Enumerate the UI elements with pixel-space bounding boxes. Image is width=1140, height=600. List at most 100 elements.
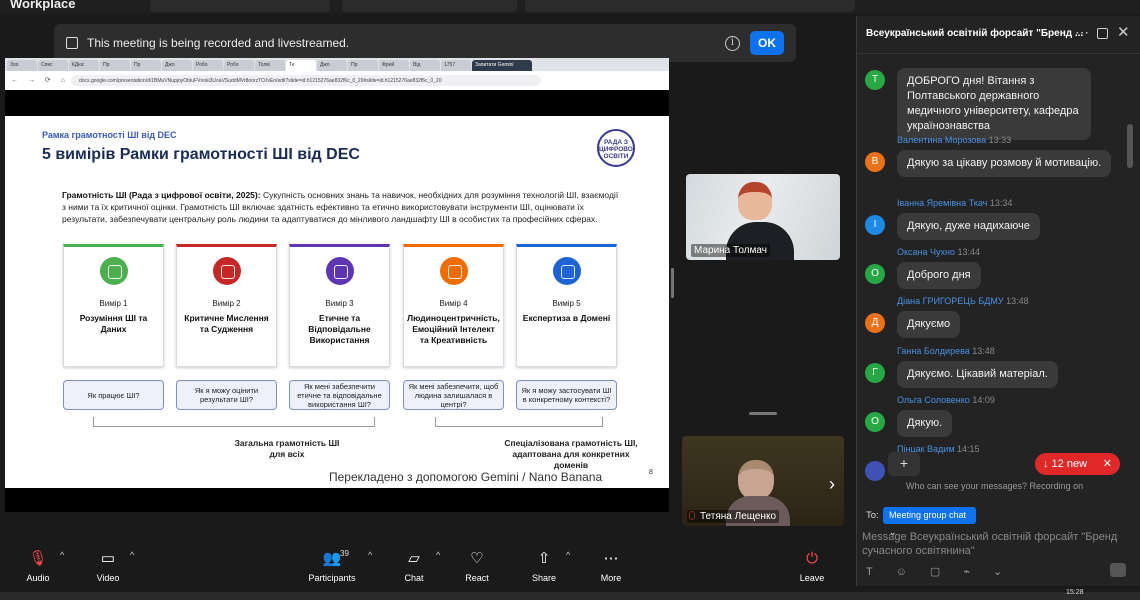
close-icon[interactable]: ✕ bbox=[1103, 453, 1112, 475]
browser-tab[interactable]: 1757 bbox=[441, 60, 471, 71]
browser-chrome: Зоо Спис КДюс Пр Пр Джо Робо Робо Толм Те Джо Пр Фре… bbox=[5, 58, 669, 90]
chat-header: Всеукраїнський освітній форсайт "Бренд .… bbox=[857, 16, 1140, 54]
dimension-number: Вимір 5 bbox=[552, 299, 581, 308]
message-bubble: Дякую. bbox=[897, 410, 953, 437]
message-bubble: Дякуємо bbox=[897, 311, 961, 338]
chevron-up-icon[interactable]: ^ bbox=[130, 550, 134, 560]
shared-screen: Зоо Спис КДюс Пр Пр Джо Робо Робо Толм Те Джо Пр Фре… bbox=[5, 58, 669, 512]
dimension-card: Вимір 1 Розуміння ШІ та Даних bbox=[63, 244, 164, 367]
video-tile-tetiana[interactable]: Тетяна Лещенко bbox=[682, 436, 844, 526]
heart-icon: ♡ bbox=[470, 550, 484, 567]
dimension-number: Вимір 2 bbox=[212, 299, 241, 308]
message-input[interactable]: Message Всеукраїнський освітній форсайт … bbox=[862, 530, 1132, 558]
browser-tab[interactable]: Те bbox=[286, 60, 316, 71]
slide-definition: Грамотність ШІ (Рада з цифрової освіти, … bbox=[62, 190, 619, 224]
participants-count: 39 bbox=[340, 549, 349, 558]
ok-button[interactable]: OK bbox=[750, 31, 784, 55]
taskbar-window[interactable] bbox=[342, 0, 517, 12]
share-button[interactable]: ⇧ Share ^ bbox=[514, 548, 574, 583]
avatar: В bbox=[865, 152, 885, 172]
participant-face bbox=[738, 182, 772, 220]
chat-scrollbar[interactable] bbox=[1127, 124, 1133, 168]
recipient-select[interactable]: Meeting group chat ⌄ bbox=[883, 507, 976, 537]
address-bar[interactable]: docs.google.com/presentation/d/1BMuVNupj… bbox=[71, 75, 541, 86]
chat-panel: Всеукраїнський освітній форсайт "Бренд .… bbox=[856, 16, 1140, 586]
dimension-icon bbox=[212, 257, 241, 285]
council-logo: РАДА З ЦИФРОВОЇ ОСВІТИ bbox=[597, 129, 635, 167]
close-icon[interactable]: ✕ bbox=[1117, 23, 1130, 41]
translation-note: Перекладено з допомогою Gemini / Nano Ba… bbox=[329, 470, 603, 484]
recording-icon bbox=[66, 37, 78, 49]
participants-icon: 👥 bbox=[322, 550, 342, 567]
chat-title: Всеукраїнський освітній форсайт "Бренд .… bbox=[866, 28, 1084, 39]
browser-tab[interactable]: Зоо bbox=[7, 60, 37, 71]
chevron-up-icon[interactable]: ^ bbox=[436, 550, 440, 560]
new-messages-badge[interactable]: ↓ 12 new ✕ bbox=[1035, 453, 1120, 475]
avatar: О bbox=[865, 412, 885, 432]
participant-face bbox=[738, 460, 774, 500]
meeting-toolbar: 🎙 Audio ^ ▭ Video ^ 👥 39 Participants ^ … bbox=[0, 548, 852, 592]
browser-tab[interactable]: Пр bbox=[348, 60, 378, 71]
dimension-name: Розуміння ШІ та Даних bbox=[79, 313, 148, 334]
send-icon[interactable] bbox=[1110, 563, 1126, 577]
info-icon[interactable]: i bbox=[725, 35, 740, 51]
participant-name: Тетяна Лещенко bbox=[687, 510, 780, 523]
pop-out-icon[interactable] bbox=[1097, 28, 1108, 39]
more-options-icon[interactable]: ⋯ bbox=[1075, 24, 1089, 41]
browser-tab[interactable]: Робо bbox=[224, 60, 254, 71]
chevron-up-icon[interactable]: ^ bbox=[566, 550, 570, 560]
participant-name: Марина Толмач bbox=[691, 244, 770, 257]
participants-button[interactable]: 👥 39 Participants ^ bbox=[302, 548, 372, 583]
leave-button[interactable]: ⏻ Leave bbox=[782, 548, 842, 583]
dimension-name: Критичне Мислення та Судження bbox=[184, 313, 269, 334]
message-bubble: ДОБРОГО дня! Вітання з Полтавського держ… bbox=[897, 68, 1091, 140]
more-button[interactable]: ⋯ More bbox=[581, 548, 641, 583]
bracket-specialized bbox=[435, 417, 603, 427]
slide-title: 5 вимірів Рамки грамотності ШІ від DEC bbox=[42, 146, 360, 163]
avatar: Г bbox=[865, 363, 885, 383]
message-bubble: Доброго дня bbox=[897, 262, 981, 289]
chat-icon: ▱ bbox=[408, 550, 420, 567]
dimension-number: Вимір 3 bbox=[325, 299, 354, 308]
chevron-up-icon[interactable]: ^ bbox=[368, 550, 372, 560]
browser-tab[interactable]: Джо bbox=[317, 60, 347, 71]
browser-nav-icons[interactable]: ← → ⟳ ⌂ bbox=[11, 76, 69, 84]
browser-toolbar: ← → ⟳ ⌂ docs.google.com/presentation/d/1… bbox=[5, 71, 669, 90]
chat-button[interactable]: ▱ Chat ^ bbox=[384, 548, 444, 583]
message-sender: Ганна Болдирева 13:48 bbox=[897, 346, 995, 356]
bracket-general bbox=[93, 417, 375, 427]
message-bubble: Дякуємо. Цікавий матеріал. bbox=[897, 361, 1058, 388]
browser-tab[interactable]: Спис bbox=[38, 60, 68, 71]
recording-banner-text: This meeting is being recorded and lives… bbox=[87, 36, 350, 50]
browser-tab[interactable]: КДюс bbox=[69, 60, 99, 71]
chevron-up-icon[interactable]: ^ bbox=[60, 550, 64, 560]
footer-specialized: Спеціалізована грамотність ШІ, адаптован… bbox=[504, 438, 638, 470]
browser-tab[interactable]: Джо bbox=[162, 60, 192, 71]
format-toolbar-icons[interactable]: T ☺ ▢ ⌁ ⌄ bbox=[866, 565, 1012, 578]
browser-tab[interactable]: Толм bbox=[255, 60, 285, 71]
message-bubble: Дякую за цікаву розмову й мотивацію. bbox=[897, 150, 1112, 177]
slide-overline: Рамка грамотності ШІ від DEC bbox=[42, 130, 177, 140]
system-top-strip: Workplace bbox=[0, 0, 1140, 14]
react-button[interactable]: ♡ React bbox=[447, 548, 507, 583]
leave-icon: ⏻ bbox=[806, 550, 818, 567]
next-gallery-arrow-icon[interactable]: › bbox=[829, 474, 835, 495]
browser-tab[interactable]: Пр bbox=[131, 60, 161, 71]
video-button[interactable]: ▭ Video ^ bbox=[78, 548, 138, 583]
video-tile-marina[interactable]: Марина Толмач bbox=[686, 174, 840, 260]
add-reaction-button[interactable]: + bbox=[888, 452, 920, 476]
taskbar-window[interactable] bbox=[150, 0, 330, 12]
who-can-see-link[interactable]: Who can see your messages? Recording on bbox=[906, 481, 1083, 491]
taskbar-window[interactable] bbox=[525, 0, 855, 12]
browser-tab[interactable]: Запитати Gemini bbox=[472, 60, 532, 71]
browser-tab[interactable]: Від bbox=[410, 60, 440, 71]
resize-handle-horizontal[interactable] bbox=[749, 412, 777, 415]
audio-button[interactable]: 🎙 Audio ^ bbox=[8, 548, 68, 583]
resize-handle-vertical[interactable] bbox=[671, 268, 674, 298]
dimension-icon bbox=[325, 257, 354, 285]
dimension-card: Вимір 5 Експертиза в Домені bbox=[516, 244, 617, 367]
browser-tab[interactable]: Фрей bbox=[379, 60, 409, 71]
browser-tab[interactable]: Пр bbox=[100, 60, 130, 71]
browser-tab[interactable]: Робо bbox=[193, 60, 223, 71]
app-name: Workplace bbox=[10, 0, 76, 11]
